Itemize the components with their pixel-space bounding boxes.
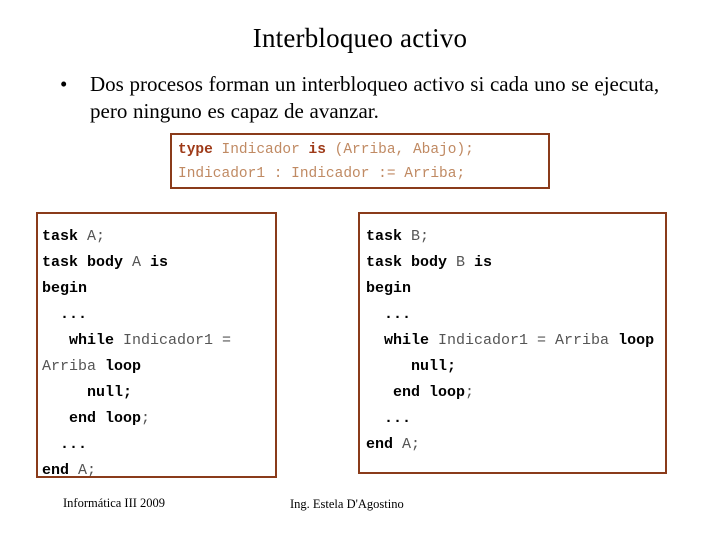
bullet-marker-icon: • [60,72,68,96]
keyword-loop: loop [105,358,142,375]
declaration-line-2: Indicador1 : Indicador := Arriba; [178,166,466,182]
task-b-line-7: end loop; [366,380,661,406]
identifier-a-body: A [123,254,151,271]
ellipsis-2: ... [384,410,412,427]
task-a-line-6: null; [42,380,271,406]
keyword-task-body: task body [42,254,124,271]
task-a-line-5: while Indicador1 = Arriba loop [42,328,271,380]
keyword-type: type [178,142,213,158]
bullet-block: • Dos procesos forman un interbloqueo ac… [56,71,668,125]
declaration-code-box: type Indicador is (Arriba, Abajo); Indic… [170,133,550,189]
keyword-is: is [150,254,169,271]
task-a-line-9: end A; [42,458,271,478]
identifier-b-body: B [447,254,475,271]
task-b-line-9: end A; [366,432,661,458]
identifier-end-a: A; [69,462,97,478]
task-a-line-4: ... [42,302,271,328]
semicolon-1: ; [141,410,151,427]
identifier-b: B; [402,228,430,245]
keyword-end: end [42,462,70,478]
keyword-task: task [42,228,79,245]
keyword-is: is [308,142,326,158]
keyword-end: end [366,436,394,453]
keyword-is: is [474,254,493,271]
declaration-line-1-mid2: (Arriba, Abajo); [325,142,474,158]
task-b-line-3: begin [366,276,661,302]
keyword-end-loop: end loop [393,384,466,401]
ellipsis-2: ... [60,436,88,453]
semicolon-1: ; [465,384,475,401]
task-a-line-1: task A; [42,224,271,250]
task-a-code-box: task A; task body A is begin ... while I… [36,212,277,478]
task-a-line-8: ... [42,432,271,458]
keyword-begin: begin [366,280,412,297]
declaration-line-1-mid1: Indicador [212,142,309,158]
keyword-task: task [366,228,403,245]
keyword-while: while [69,332,115,349]
statement-null: null; [87,384,133,401]
task-a-line-7: end loop; [42,406,271,432]
ellipsis-1: ... [60,306,88,323]
keyword-loop: loop [618,332,655,349]
task-a-line-2: task body A is [42,250,271,276]
task-b-line-4: ... [366,302,661,328]
task-b-line-8: ... [366,406,661,432]
task-b-line-1: task B; [366,224,661,250]
keyword-end-loop: end loop [69,410,142,427]
declaration-line-1: type Indicador is (Arriba, Abajo); [178,138,548,162]
statement-null: null; [411,358,457,375]
keyword-while: while [384,332,430,349]
task-b-line-2: task body B is [366,250,661,276]
task-a-line-3: begin [42,276,271,302]
page-title: Interbloqueo activo [252,23,468,53]
task-b-code-box: task B; task body B is begin ... while I… [358,212,667,474]
footer-course-label: Informática III 2009 [63,496,166,510]
task-b-line-5: while Indicador1 = Arriba loop [366,328,661,354]
keyword-task-body: task body [366,254,448,271]
bullet-text: Dos procesos forman un interbloqueo acti… [90,72,660,123]
identifier-end-a: A; [393,436,421,453]
footer-author-label: Ing. Estela D'Agostino [290,497,404,511]
identifier-a: A; [78,228,106,245]
while-condition: Indicador1 = Arriba [429,332,619,349]
task-b-line-6: null; [366,354,661,380]
keyword-begin: begin [42,280,88,297]
ellipsis-1: ... [384,306,412,323]
bullet-list-item: • Dos procesos forman un interbloqueo ac… [56,71,668,125]
